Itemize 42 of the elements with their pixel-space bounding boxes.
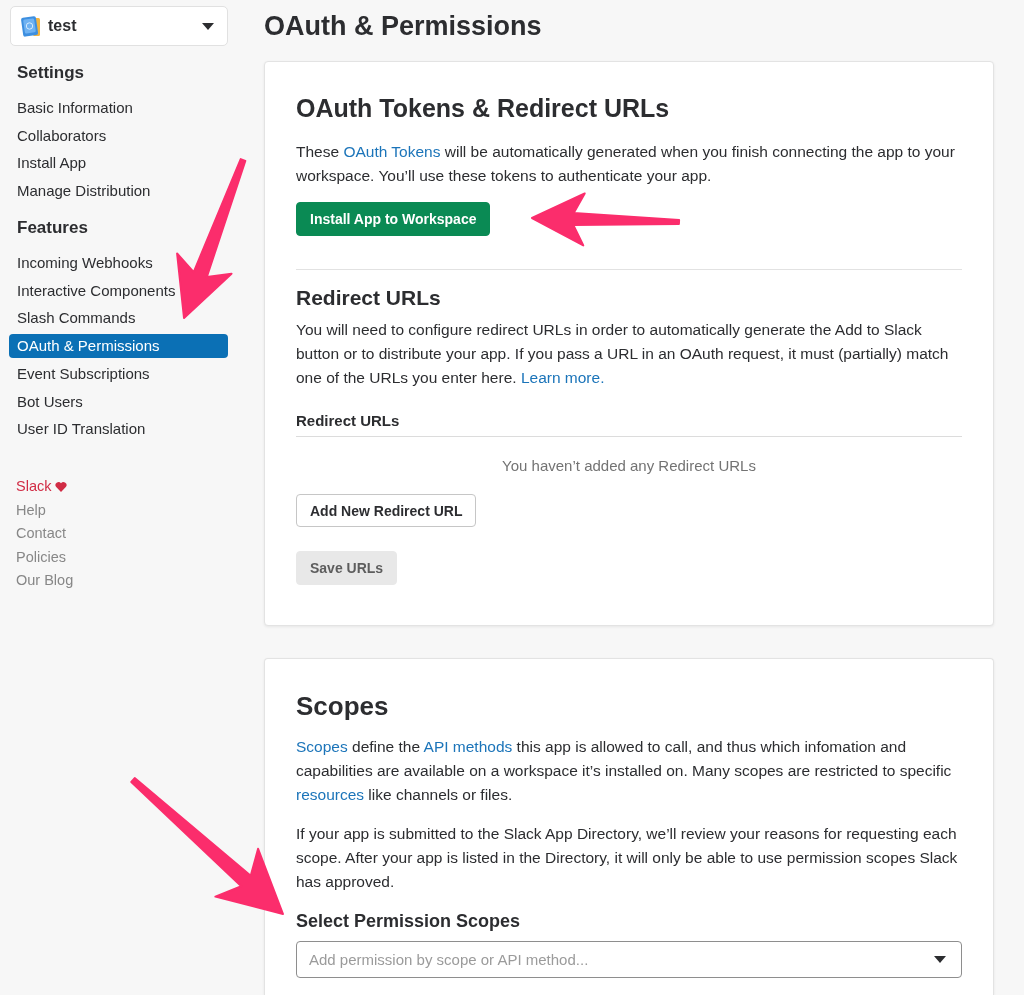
sidebar-item[interactable]: User ID Translation bbox=[9, 417, 228, 442]
heart-icon bbox=[55, 481, 68, 493]
sidebar-heading: Settings bbox=[16, 62, 86, 84]
permission-select[interactable]: Add permission by scope or API method... bbox=[296, 941, 962, 978]
footer-link[interactable]: Slack bbox=[16, 475, 68, 499]
description: Scopes define the API methods this app is allowed to call, and thus which infomation and capabilities are available on a workspace it’s installed on. Many scopes are restricted to specific resources like channels or files. bbox=[296, 737, 953, 805]
sidebar-item[interactable]: Event Subscriptions bbox=[9, 361, 228, 386]
field-label: Select Permission Scopes bbox=[296, 910, 522, 933]
sidebar-item[interactable]: Bot Users bbox=[9, 389, 228, 414]
app-icon bbox=[20, 15, 42, 37]
link[interactable]: API methods bbox=[423, 738, 513, 755]
sidebar-item[interactable]: Slash Commands bbox=[9, 306, 228, 331]
footer-link[interactable]: Contact bbox=[16, 522, 66, 546]
footer-link[interactable]: Policies bbox=[16, 545, 66, 570]
description: You will need to configure redirect URLs in order to automatically generate the Add to Slack button or to distribute your app. If you pass a URL in an OAuth request, it must (partially) match one of the URLs you enter here. Learn more. bbox=[296, 320, 950, 388]
empty-message: You haven’t added any Redirect URLs bbox=[501, 456, 757, 476]
add-url-button[interactable]: Add New Redirect URL bbox=[296, 494, 477, 527]
description: If your app is submitted to the Slack App Directory, we’ll review your reasons for requesting each scope. After your app is listed in the Directory, it will only be able to use permission scopes Slack has approved. bbox=[296, 824, 959, 892]
sidebar-item[interactable]: Incoming Webhooks bbox=[9, 251, 228, 276]
link[interactable]: Learn more. bbox=[520, 369, 605, 386]
sidebar-item[interactable]: Collaborators bbox=[9, 123, 228, 148]
list-heading: Redirect URLs bbox=[296, 409, 962, 437]
install-button[interactable]: Install App to Workspace bbox=[296, 202, 491, 236]
footer-link[interactable]: Help bbox=[16, 498, 46, 523]
page-title: OAuth & Permissions bbox=[264, 10, 543, 43]
sidebar-item[interactable]: Basic Information bbox=[9, 96, 228, 120]
sidebar-item[interactable]: Manage Distribution bbox=[9, 179, 228, 204]
caret-icon bbox=[934, 956, 946, 963]
link[interactable]: OAuth Tokens bbox=[343, 143, 441, 160]
link[interactable]: resources bbox=[296, 786, 365, 803]
sidebar-item[interactable]: Install App bbox=[9, 151, 228, 176]
footer-link[interactable]: Our Blog bbox=[16, 569, 74, 593]
section-title: Redirect URLs bbox=[296, 285, 442, 311]
app-selector[interactable]: test bbox=[10, 6, 228, 46]
section-title: OAuth Tokens & Redirect URLs bbox=[296, 93, 671, 124]
description: These OAuth Tokens will be automatically generated when you finish connecting the app to your workspace. You’ll use these tokens to authenticate your app. bbox=[296, 142, 956, 186]
caret-icon bbox=[202, 22, 214, 30]
sidebar-item[interactable]: OAuth & Permissions bbox=[9, 334, 228, 359]
sidebar-item[interactable]: Interactive Components bbox=[9, 278, 228, 303]
link[interactable]: Scopes bbox=[296, 738, 348, 755]
sidebar-heading: Features bbox=[16, 217, 89, 240]
section-title: Scopes bbox=[296, 690, 390, 723]
